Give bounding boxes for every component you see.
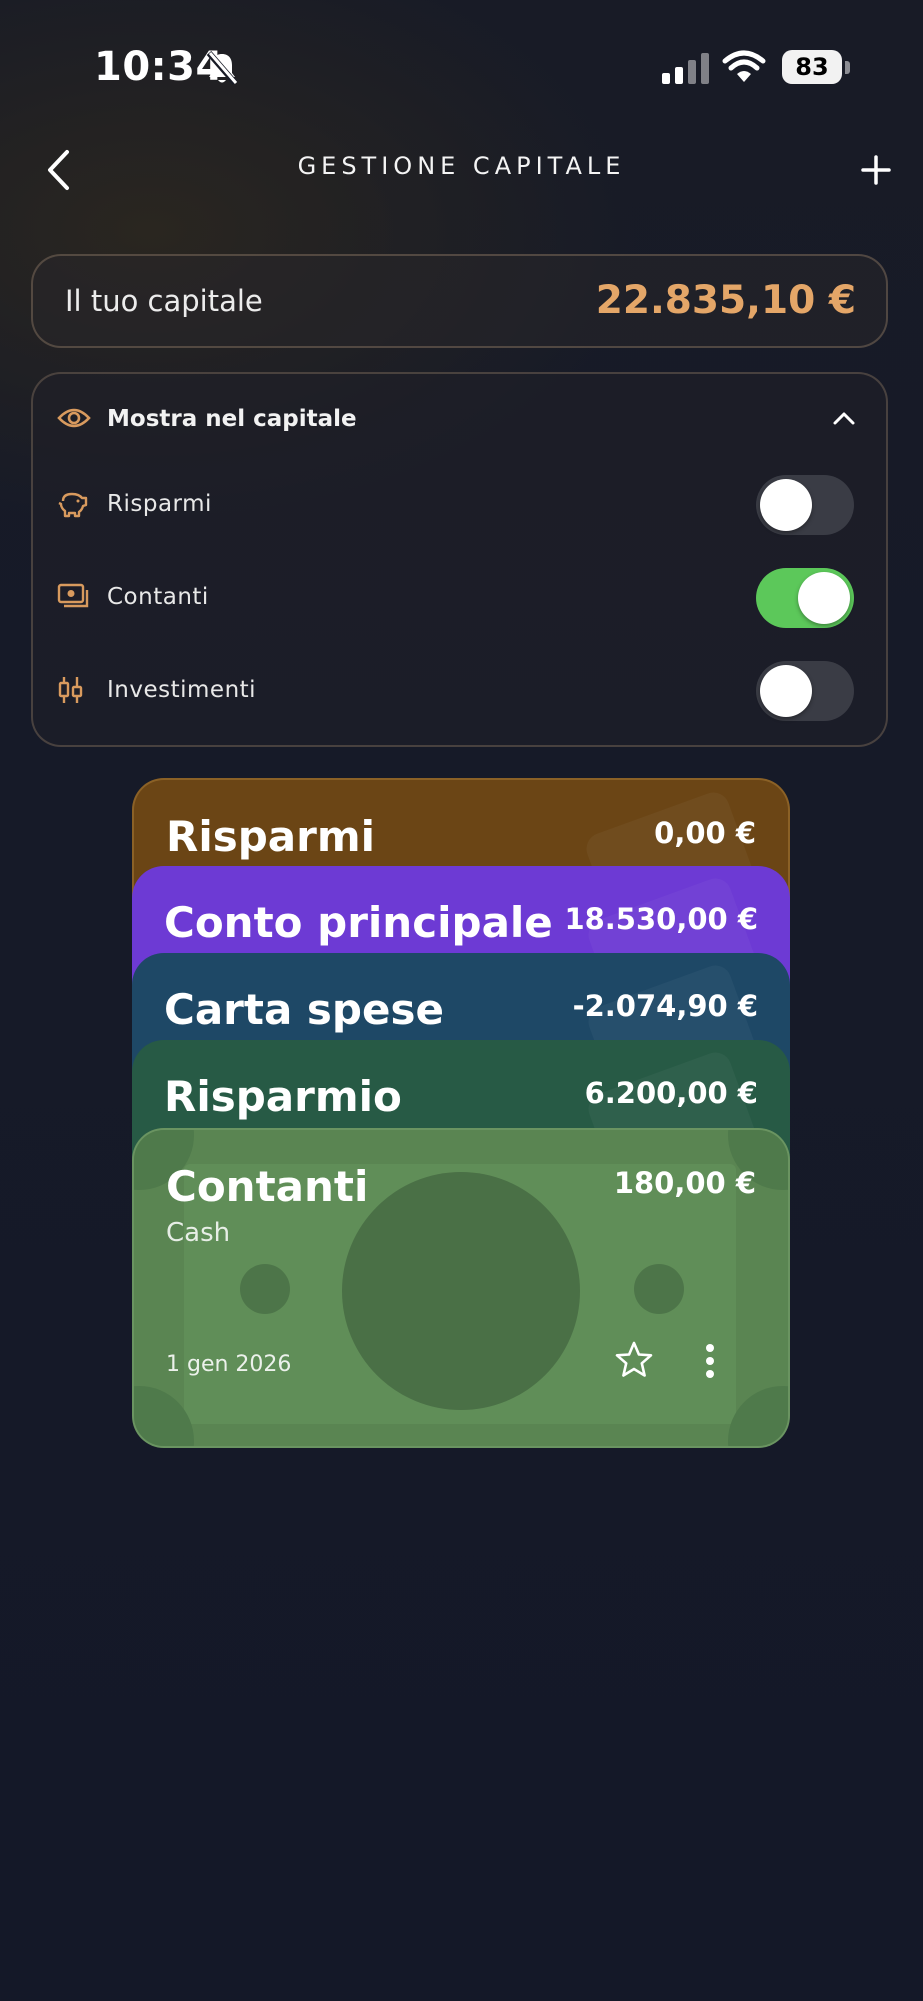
banknote-dot [240,1264,290,1314]
account-amount: 18.530,00 € [564,902,758,936]
banknote-corner [728,1386,788,1446]
show-in-capital-panel: Mostra nel capitale Risparmi Contanti In… [31,372,888,747]
toggle-knob [760,479,812,531]
account-name: Risparmi [166,812,376,861]
bell-muted-icon [206,51,238,85]
account-amount: 0,00 € [654,816,756,850]
plus-icon [861,155,891,185]
chevron-up-icon[interactable] [832,410,856,426]
account-amount: 6.200,00 € [584,1076,758,1110]
toggle-knob [760,665,812,717]
status-time: 10:34 [94,44,224,90]
capital-label: Il tuo capitale [65,284,263,318]
toggle-row-contanti: Contanti [33,562,886,632]
toggle-label: Investimenti [107,677,257,703]
investimenti-toggle[interactable] [756,661,854,721]
status-bar: 10:34 83 [0,0,923,130]
toggle-label: Risparmi [107,491,212,517]
add-account-button[interactable] [856,148,896,192]
risparmi-toggle[interactable] [756,475,854,535]
cellular-signal-icon [662,52,709,84]
account-amount: 180,00 € [613,1166,756,1200]
account-name: Risparmio [164,1072,402,1121]
eye-icon [57,408,91,428]
account-subtitle: Cash [166,1218,231,1248]
toggle-knob [798,572,850,624]
account-name: Conto principale [164,898,553,947]
cash-icon [57,583,89,608]
account-name: Contanti [166,1162,369,1211]
battery-cap [845,61,850,74]
wifi-icon [722,50,766,82]
toggle-row-investimenti: Investimenti [33,655,886,725]
panel-title: Mostra nel capitale [107,406,357,432]
toggle-label: Contanti [107,584,209,610]
capital-value: 22.835,10 € [595,278,856,323]
banknote-center-circle [342,1172,580,1410]
candlestick-icon [58,677,83,703]
star-icon[interactable] [614,1340,654,1380]
more-options-icon[interactable] [700,1342,720,1382]
account-date: 1 gen 2026 [166,1352,292,1377]
capital-summary-card: Il tuo capitale 22.835,10 € [31,254,888,348]
toggle-row-risparmi: Risparmi [33,469,886,539]
contanti-toggle[interactable] [756,568,854,628]
account-card-contanti[interactable]: Contanti 180,00 € Cash 1 gen 2026 [132,1128,790,1448]
piggy-bank-icon [58,492,88,518]
account-name: Carta spese [164,985,444,1034]
page-title: GESTIONE CAPITALE [297,152,626,180]
account-amount: -2.074,90 € [572,989,758,1023]
banknote-dot [634,1264,684,1314]
battery-indicator: 83 [782,50,842,84]
